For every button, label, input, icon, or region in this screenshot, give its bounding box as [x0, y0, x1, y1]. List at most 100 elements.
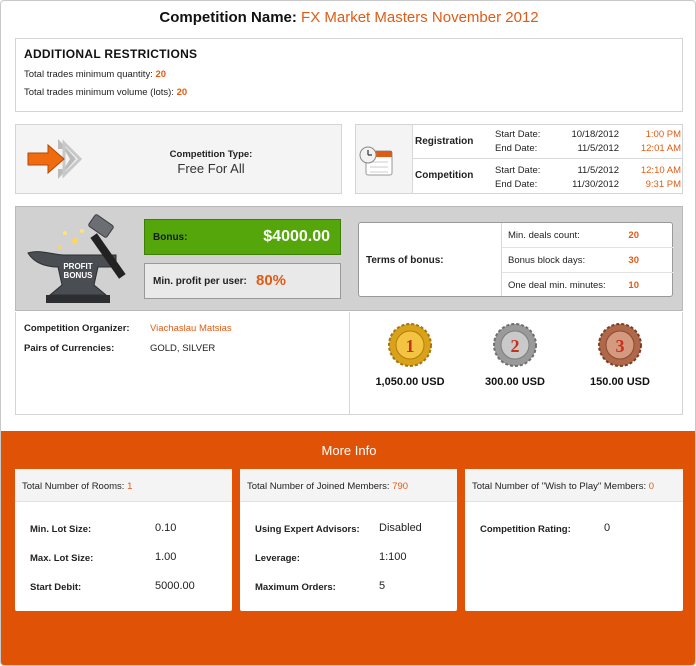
- calendar-clock-icon: [359, 146, 393, 176]
- organizer-link[interactable]: Viachaslau Matsias: [150, 323, 232, 334]
- page-title: Competition Name: FX Market Masters Nove…: [1, 9, 695, 26]
- registration-start: Start Date: 10/18/2012 1:00 PM: [495, 129, 681, 143]
- currency-pairs-value: GOLD, SILVER: [150, 343, 216, 354]
- end-date-label: End Date:: [495, 179, 538, 190]
- term-item: One deal min. minutes: 10: [502, 273, 674, 298]
- max-orders-value: 5: [379, 580, 386, 592]
- end-date-value: 11/30/2012: [572, 179, 619, 190]
- term-value: 20: [628, 230, 639, 241]
- wish-to-play-value: 0: [648, 481, 655, 492]
- competition-start: Start Date: 11/5/2012 12:10 AM: [495, 165, 681, 179]
- max-lot-label: Max. Lot Size:: [30, 553, 94, 564]
- end-time-value: 12:01 AM: [640, 143, 681, 154]
- svg-text:PROFIT: PROFIT: [63, 262, 92, 271]
- competition-name-value: FX Market Masters November 2012: [301, 9, 539, 26]
- min-profit-label: Min. profit per user:: [153, 276, 247, 287]
- leverage-value: 1:100: [379, 551, 407, 563]
- currency-pairs-label: Pairs of Currencies:: [24, 343, 115, 354]
- term-label: Min. deals count:: [508, 230, 580, 241]
- term-label: Bonus block days:: [508, 255, 586, 266]
- wish-to-play-card: Total Number of "Wish to Play" Members: …: [465, 469, 683, 611]
- competition-rating-label: Competition Rating:: [480, 524, 571, 535]
- min-lot-value: 0.10: [155, 522, 177, 534]
- end-date-value: 11/5/2012: [577, 143, 619, 154]
- max-orders-label: Maximum Orders:: [255, 582, 336, 593]
- competition-rating-value: 0: [604, 522, 611, 534]
- max-lot-value: 1.00: [155, 551, 177, 563]
- min-trades-quantity-value: 20: [155, 69, 167, 80]
- min-trades-volume-label: Total trades minimum volume (lots):: [24, 87, 174, 98]
- registration-label: Registration: [415, 136, 474, 147]
- min-profit-box: Min. profit per user: 80%: [144, 263, 341, 299]
- more-info-title: More Info: [321, 443, 377, 458]
- joined-members-label: Total Number of Joined Members:: [247, 481, 390, 492]
- organizer-info: Competition Organizer: Viachaslau Matsia…: [16, 312, 350, 414]
- start-time-value: 12:10 AM: [640, 165, 681, 176]
- competition-type-text: Competition Type: Free For All: [86, 149, 336, 176]
- registration-end: End Date: 11/5/2012 12:01 AM: [495, 143, 681, 157]
- min-trades-volume-value: 20: [176, 87, 188, 98]
- silver-medal-icon: 2: [493, 323, 537, 367]
- svg-text:2: 2: [511, 336, 520, 356]
- bonus-section: PROFIT BONUS Bonus: $4000.00 Min. profit…: [15, 206, 683, 311]
- prize-first: 1 1,050.00 USD: [355, 322, 465, 388]
- min-lot-label: Min. Lot Size:: [30, 524, 92, 535]
- competition-row: Competition Start Date: 11/5/2012 12:10 …: [413, 159, 683, 193]
- min-trades-quantity-label: Total trades minimum quantity:: [24, 69, 153, 80]
- start-time-value: 1:00 PM: [645, 129, 681, 140]
- bonus-label: Bonus:: [153, 232, 188, 243]
- terms-list: Min. deals count: 20 Bonus block days: 3…: [501, 223, 674, 298]
- end-time-value: 9:31 PM: [645, 179, 681, 190]
- prize-amount: 150.00 USD: [590, 376, 650, 388]
- start-date-label: Start Date:: [495, 165, 541, 176]
- min-profit-value: 80%: [256, 272, 287, 289]
- prize-third: 3 150.00 USD: [565, 322, 675, 388]
- start-date-value: 11/5/2012: [577, 165, 619, 176]
- leverage-label: Leverage:: [255, 553, 300, 564]
- bonus-value: $4000.00: [263, 228, 330, 245]
- svg-text:BONUS: BONUS: [64, 271, 94, 280]
- competition-type-value: Free For All: [177, 161, 245, 176]
- rooms-value: 1: [127, 481, 133, 492]
- expert-advisors-label: Using Expert Advisors:: [255, 524, 360, 535]
- anvil-hammer-profit-bonus-icon: PROFIT BONUS: [27, 214, 126, 303]
- min-trades-volume: Total trades minimum volume (lots): 20: [24, 87, 674, 98]
- terms-of-bonus-box: Terms of bonus: Min. deals count: 20 Bon…: [358, 222, 674, 298]
- wish-to-play-label: Total Number of "Wish to Play" Members:: [472, 481, 647, 492]
- members-header: Total Number of Joined Members: 790: [240, 469, 457, 502]
- registration-row: Registration Start Date: 10/18/2012 1:00…: [413, 125, 683, 159]
- start-debit-label: Start Debit:: [30, 582, 82, 593]
- svg-text:3: 3: [616, 336, 625, 356]
- expert-advisors-value: Disabled: [379, 522, 422, 534]
- competition-type-label: Competition Type:: [169, 149, 253, 160]
- wish-to-play-header: Total Number of "Wish to Play" Members: …: [465, 469, 683, 502]
- rooms-label: Total Number of Rooms:: [22, 481, 125, 492]
- competition-end: End Date: 11/30/2012 9:31 PM: [495, 179, 681, 193]
- term-item: Bonus block days: 30: [502, 248, 674, 273]
- prize-second: 2 300.00 USD: [460, 322, 570, 388]
- competition-details-panel: Competition Name: FX Market Masters Nove…: [0, 0, 696, 666]
- arrow-right-icon: [27, 139, 83, 179]
- start-date-label: Start Date:: [495, 129, 541, 140]
- bonus-amount-box: Bonus: $4000.00: [144, 219, 341, 255]
- term-label: One deal min. minutes:: [508, 280, 606, 291]
- start-date-value: 10/18/2012: [571, 129, 619, 140]
- gold-medal-icon: 1: [388, 323, 432, 367]
- organizer-label: Competition Organizer:: [24, 323, 130, 334]
- prize-amount: 1,050.00 USD: [375, 376, 445, 388]
- additional-restrictions: ADDITIONAL RESTRICTIONS Total trades min…: [15, 38, 683, 112]
- schedule-box: Registration Start Date: 10/18/2012 1:00…: [355, 124, 683, 194]
- schedule-table: Registration Start Date: 10/18/2012 1:00…: [412, 125, 683, 193]
- more-info-section: More Info Total Number of Rooms: 1 Min. …: [1, 431, 695, 665]
- organizer-prizes-row: Competition Organizer: Viachaslau Matsia…: [15, 312, 683, 415]
- start-debit-value: 5000.00: [155, 580, 195, 592]
- term-value: 10: [628, 280, 639, 291]
- terms-of-bonus-label: Terms of bonus:: [366, 255, 444, 266]
- rooms-card: Total Number of Rooms: 1 Min. Lot Size: …: [15, 469, 232, 611]
- term-value: 30: [628, 255, 639, 266]
- competition-name-label: Competition Name:: [159, 9, 297, 26]
- competition-label: Competition: [415, 170, 474, 181]
- end-date-label: End Date:: [495, 143, 538, 154]
- competition-type-box: Competition Type: Free For All: [15, 124, 342, 194]
- joined-members-value: 790: [392, 481, 409, 492]
